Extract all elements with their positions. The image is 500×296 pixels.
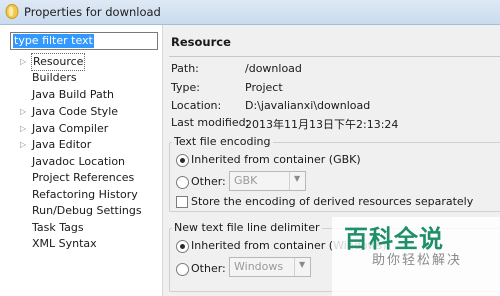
other-encoding-radio[interactable] <box>176 176 189 189</box>
inherited-encoding-radio[interactable] <box>176 154 189 167</box>
type-value: Project <box>245 81 283 94</box>
watermark: 百科全说 助你轻松解决 <box>332 217 500 296</box>
expand-arrow-icon[interactable]: ▷ <box>20 104 28 120</box>
inherited-encoding-label: Inherited from container (GBK) <box>191 153 361 166</box>
path-value: /download <box>245 62 302 75</box>
eclipse-app-icon <box>5 4 19 19</box>
watermark-subtitle: 助你轻松解决 <box>372 253 463 268</box>
expand-arrow-icon[interactable]: ▷ <box>20 121 28 137</box>
chevron-down-icon: ▼ <box>294 174 301 183</box>
navigation-pane: type filter text ▷ Resource Builders Jav… <box>0 25 163 296</box>
expand-arrow-icon[interactable]: ▷ <box>20 54 28 70</box>
page-title: Resource <box>171 35 231 49</box>
dropdown-button[interactable]: ▼ <box>289 172 305 190</box>
delimiter-select[interactable]: Windows ▼ <box>229 257 311 277</box>
type-label: Type: <box>171 81 200 94</box>
store-encoding-checkbox[interactable] <box>176 196 188 208</box>
last-modified-label: Last modified: <box>171 116 250 129</box>
path-label: Path: <box>171 62 199 75</box>
filter-text: type filter text <box>13 34 94 48</box>
text-encoding-title: Text file encoding <box>172 135 273 148</box>
inherited-delimiter-radio[interactable] <box>176 240 189 253</box>
other-encoding-label: Other: <box>191 175 226 188</box>
chevron-down-icon: ▼ <box>299 260 306 269</box>
title-bar: Properties for download <box>0 0 500 25</box>
other-delimiter-label: Other: <box>191 262 226 275</box>
store-encoding-label: Store the encoding of derived resources … <box>191 195 474 208</box>
window-title: Properties for download <box>24 5 161 19</box>
expand-arrow-icon[interactable]: ▷ <box>20 137 28 153</box>
filter-input[interactable]: type filter text <box>10 32 158 50</box>
line-delimiter-title: New text file line delimiter <box>172 221 322 234</box>
encoding-select[interactable]: GBK ▼ <box>229 171 306 191</box>
dropdown-button[interactable]: ▼ <box>294 258 310 276</box>
location-label: Location: <box>171 99 222 112</box>
header-divider <box>169 56 500 57</box>
last-modified-value: 2013年11月13日下午2:13:24 <box>245 118 399 131</box>
other-delimiter-radio[interactable] <box>176 263 189 276</box>
location-value: D:\javalianxi\download <box>245 99 371 112</box>
